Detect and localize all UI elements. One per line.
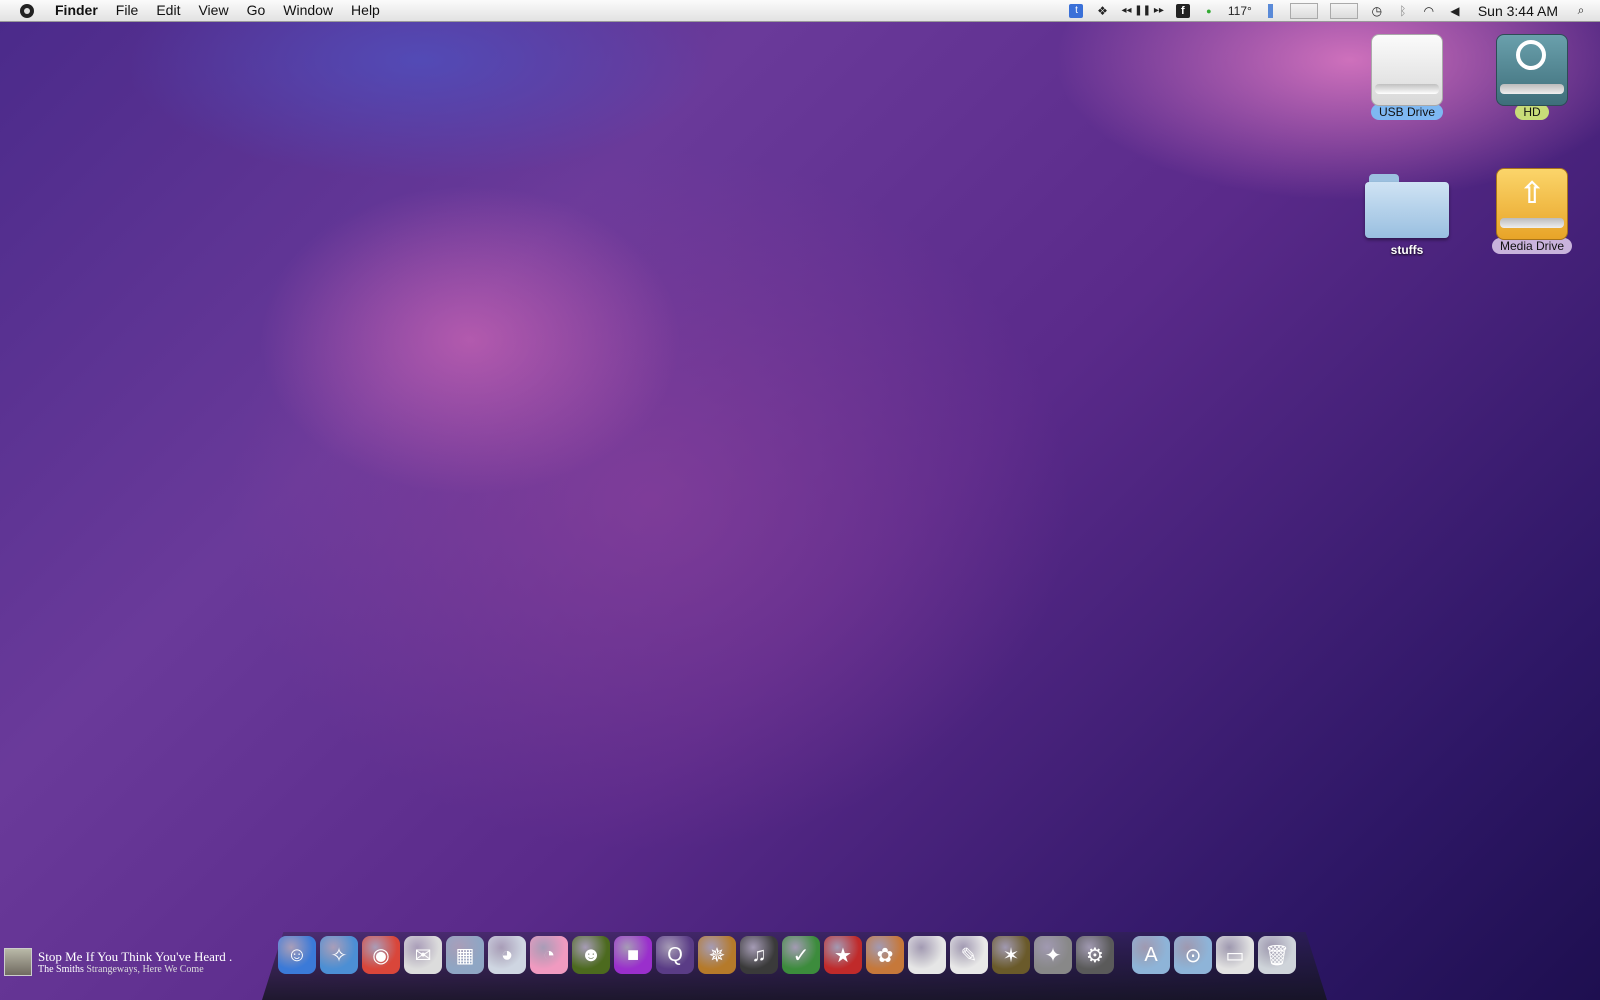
contacts-icon[interactable]: ☻ (572, 936, 610, 974)
desktop-icon-label: stuffs (1390, 243, 1424, 257)
bluetooth-icon[interactable]: ᛒ (1396, 3, 1410, 19)
media-controls-icon[interactable]: ◂◂ ❚❚ ▸▸ (1121, 3, 1163, 19)
battery-gauge-icon[interactable] (1264, 3, 1278, 19)
dock: ☺ ✧ ◉ ✉ ▦ ◕ ◔ ☻ ■ Q ✵ ♫ ✓ ★ ✿ ✎ ✶ ✦ ⚙ A ⊙ ▭ 🗑 (276, 928, 1298, 974)
desktop-icon-label: Media Drive (1491, 238, 1573, 254)
pig-app-icon[interactable]: ◔ (530, 936, 568, 974)
star-app-icon[interactable]: ✶ (992, 936, 1030, 974)
dropbox-icon[interactable]: ❖ (1095, 3, 1109, 19)
menu-window[interactable]: Window (274, 0, 342, 21)
menu-help[interactable]: Help (342, 0, 389, 21)
apple-doc-icon[interactable] (908, 936, 946, 974)
trash-icon[interactable]: 🗑 (1258, 936, 1296, 974)
wifi-icon[interactable]: ◠ (1422, 3, 1436, 19)
counter-strike-icon[interactable]: ✦ (1034, 936, 1072, 974)
cpu-graph-icon[interactable] (1289, 2, 1318, 19)
menu-bar: Finder File Edit View Go Window Help t ❖… (0, 0, 1600, 22)
now-playing-album: Strangeways, Here We Come (86, 964, 204, 975)
mail-icon[interactable]: ✉ (404, 936, 442, 974)
facebook-icon[interactable]: f (1175, 3, 1190, 19)
quicktime-icon[interactable]: Q (656, 936, 694, 974)
desktop-icon-hd[interactable]: HD (1477, 30, 1587, 121)
volume-icon[interactable]: ◀ (1448, 3, 1462, 19)
safari-icon[interactable]: ✧ (320, 936, 358, 974)
desktop-icon-label: HD (1515, 104, 1549, 120)
now-playing-subtitle: The Smiths Strangeways, Here We Come (38, 964, 232, 976)
preview-icon[interactable]: ▦ (446, 936, 484, 974)
usb-media-drive-icon: ⇧ (1496, 164, 1568, 240)
folder-icon (1363, 168, 1451, 238)
finder-icon[interactable]: ☺ (278, 936, 316, 974)
desktop-icon-stuffs[interactable]: stuffs (1352, 168, 1462, 259)
now-playing-widget: Stop Me If You Think You've Heard . The … (4, 948, 232, 976)
traffic-light-icon[interactable]: ● (1202, 3, 1216, 19)
network-graph-icon[interactable] (1329, 2, 1358, 19)
now-playing-title: Stop Me If You Think You've Heard . (38, 949, 233, 964)
menu-view[interactable]: View (189, 0, 237, 21)
document-stack-icon[interactable]: ▭ (1216, 936, 1254, 974)
globe-app-icon[interactable]: ✓ (782, 936, 820, 974)
headphones-app-icon[interactable]: ♫ (740, 936, 778, 974)
menu-file[interactable]: File (107, 0, 148, 21)
applications-folder-icon[interactable]: A (1132, 936, 1170, 974)
time-machine-drive-icon (1496, 30, 1568, 106)
helm-app-icon[interactable]: ✵ (698, 936, 736, 974)
temperature-readout[interactable]: 117° (1228, 3, 1252, 19)
steam-icon[interactable]: ⚙ (1076, 936, 1114, 974)
menu-edit[interactable]: Edit (147, 0, 189, 21)
chrome-icon[interactable]: ◉ (362, 936, 400, 974)
photo-app-icon[interactable]: ✿ (866, 936, 904, 974)
captain-america-shield-icon[interactable]: ★ (824, 936, 862, 974)
downloads-folder-icon[interactable]: ⊙ (1174, 936, 1212, 974)
twitter-icon[interactable]: t (1069, 3, 1084, 19)
spotlight-search-icon[interactable]: ⌕ (1574, 3, 1588, 19)
menu-go[interactable]: Go (238, 0, 275, 21)
textedit-icon[interactable]: ✎ (950, 936, 988, 974)
status-menus: t ❖ ◂◂ ❚❚ ▸▸ f ● 117° ◷ ᛒ ◠ ◀ Sun 3:44 A… (1063, 0, 1600, 21)
now-playing-artist: The Smiths (38, 964, 84, 975)
desktop-icon-usb-drive[interactable]: USB Drive (1352, 30, 1462, 121)
album-art (4, 948, 32, 976)
apple-menu-icon[interactable] (20, 3, 34, 18)
purple-square-app-icon[interactable]: ■ (614, 936, 652, 974)
time-machine-icon[interactable]: ◷ (1370, 3, 1384, 19)
desktop-icon-label: USB Drive (1370, 104, 1443, 120)
menubar-clock[interactable]: Sun 3:44 AM (1478, 3, 1558, 19)
panda-app-icon[interactable]: ◕ (488, 936, 526, 974)
desktop-icon-media-drive[interactable]: ⇧ Media Drive (1477, 164, 1587, 255)
usb-drive-icon (1371, 30, 1443, 106)
menu-finder[interactable]: Finder (46, 0, 107, 21)
